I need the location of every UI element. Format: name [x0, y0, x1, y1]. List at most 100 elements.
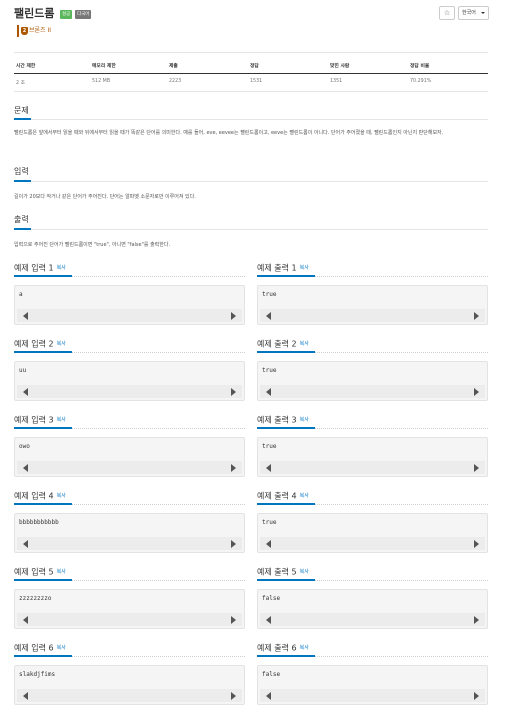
success-badge: 성공 [60, 10, 73, 19]
horizontal-scrollbar[interactable] [260, 613, 485, 626]
copy-button[interactable]: 복사 [57, 341, 66, 347]
horizontal-scrollbar[interactable] [17, 385, 242, 398]
scroll-left-icon[interactable] [266, 312, 271, 320]
tier-label: 브론즈 II [29, 27, 52, 34]
copy-button[interactable]: 복사 [300, 341, 309, 347]
horizontal-scrollbar[interactable] [17, 309, 242, 322]
scroll-right-icon[interactable] [231, 312, 236, 320]
scroll-left-icon[interactable] [266, 616, 271, 624]
example-title-text: 예제 출력 2 [257, 339, 297, 349]
example-code: false [262, 671, 281, 678]
title-row: 팰린드롬 성공 다국어 ☆ 한국어 [14, 6, 489, 24]
scroll-left-icon[interactable] [23, 312, 28, 320]
example-code: a [19, 291, 23, 298]
example-code: zzzzzzzzo [19, 595, 52, 602]
scroll-right-icon[interactable] [474, 312, 479, 320]
stat-value: 2 초 [16, 81, 25, 86]
example-underline [257, 579, 315, 581]
scroll-left-icon[interactable] [266, 540, 271, 548]
stat-header: 제출 [169, 64, 178, 69]
horizontal-scrollbar[interactable] [260, 385, 485, 398]
scroll-right-icon[interactable] [231, 616, 236, 624]
language-dropdown[interactable]: 한국어 [458, 6, 489, 20]
example-code-box[interactable]: owo [14, 437, 245, 477]
example-code: true [262, 291, 277, 298]
copy-button[interactable]: 복사 [300, 645, 309, 651]
example-code-box[interactable]: bbbbbbbbbbb [14, 513, 245, 553]
example-title-text: 예제 출력 1 [257, 263, 297, 273]
scroll-right-icon[interactable] [231, 464, 236, 472]
example-code-box[interactable]: a [14, 285, 245, 325]
example-title-text: 예제 출력 6 [257, 643, 297, 653]
problem-title: 팰린드롬 [14, 7, 55, 20]
copy-button[interactable]: 복사 [300, 569, 309, 575]
example-code-box[interactable]: true [257, 361, 488, 401]
scroll-left-icon[interactable] [23, 616, 28, 624]
example-code: false [262, 595, 281, 602]
example-code-box[interactable]: true [257, 285, 488, 325]
horizontal-scrollbar[interactable] [17, 689, 242, 702]
example-code-box[interactable]: false [257, 589, 488, 629]
stat-header: 정답 [250, 64, 259, 69]
copy-button[interactable]: 복사 [300, 265, 309, 271]
section-underline [14, 228, 31, 230]
copy-button[interactable]: 복사 [300, 417, 309, 423]
scroll-left-icon[interactable] [23, 540, 28, 548]
example-code-box[interactable]: uu [14, 361, 245, 401]
example-title: 예제 입력 4 복사 [14, 490, 66, 503]
example-code: uu [19, 367, 27, 374]
horizontal-scrollbar[interactable] [17, 613, 242, 626]
scroll-right-icon[interactable] [231, 540, 236, 548]
horizontal-scrollbar[interactable] [17, 537, 242, 550]
example-underline [14, 579, 72, 581]
language-label: 한국어 [462, 10, 476, 16]
horizontal-scrollbar[interactable] [260, 537, 485, 550]
example-title-text: 예제 입력 5 [14, 567, 54, 577]
scroll-left-icon[interactable] [23, 388, 28, 396]
scroll-right-icon[interactable] [474, 692, 479, 700]
tier-bronze-icon: 2 [21, 27, 28, 35]
example-code-box[interactable]: false [257, 665, 488, 705]
scroll-right-icon[interactable] [231, 692, 236, 700]
example-title: 예제 입력 6 복사 [14, 642, 66, 655]
star-button[interactable]: ☆ [439, 6, 455, 20]
divider [14, 52, 488, 53]
copy-button[interactable]: 복사 [57, 569, 66, 575]
section-output-title: 출력 [14, 215, 29, 224]
example-code-box[interactable]: slakdjfims [14, 665, 245, 705]
horizontal-scrollbar[interactable] [17, 461, 242, 474]
scroll-left-icon[interactable] [23, 464, 28, 472]
multilang-badge: 다국어 [75, 10, 92, 19]
scroll-right-icon[interactable] [474, 388, 479, 396]
example-underline [257, 655, 315, 657]
output-description: 입력으로 주어진 단어가 팰린드롬이면 "true", 아니면 "false"를… [14, 242, 171, 248]
copy-button[interactable]: 복사 [300, 493, 309, 499]
stat-header: 메모리 제한 [92, 64, 116, 69]
example-underline [14, 351, 72, 353]
horizontal-scrollbar[interactable] [260, 309, 485, 322]
scroll-left-icon[interactable] [266, 388, 271, 396]
scroll-left-icon[interactable] [266, 464, 271, 472]
scroll-left-icon[interactable] [23, 692, 28, 700]
example-underline [257, 275, 315, 277]
horizontal-scrollbar[interactable] [260, 689, 485, 702]
example-code-box[interactable]: true [257, 513, 488, 553]
example-underline [257, 351, 315, 353]
example-code-box[interactable]: zzzzzzzzo [14, 589, 245, 629]
copy-button[interactable]: 복사 [57, 265, 66, 271]
copy-button[interactable]: 복사 [57, 493, 66, 499]
example-code-box[interactable]: true [257, 437, 488, 477]
example-title-text: 예제 입력 1 [14, 263, 54, 273]
section-rule [14, 181, 488, 182]
scroll-left-icon[interactable] [266, 692, 271, 700]
section-underline [14, 118, 31, 120]
scroll-right-icon[interactable] [474, 464, 479, 472]
horizontal-scrollbar[interactable] [260, 461, 485, 474]
stat-value: 1351 [330, 79, 343, 84]
scroll-right-icon[interactable] [474, 616, 479, 624]
copy-button[interactable]: 복사 [57, 417, 66, 423]
copy-button[interactable]: 복사 [57, 645, 66, 651]
example-title-text: 예제 입력 2 [14, 339, 54, 349]
scroll-right-icon[interactable] [474, 540, 479, 548]
scroll-right-icon[interactable] [231, 388, 236, 396]
